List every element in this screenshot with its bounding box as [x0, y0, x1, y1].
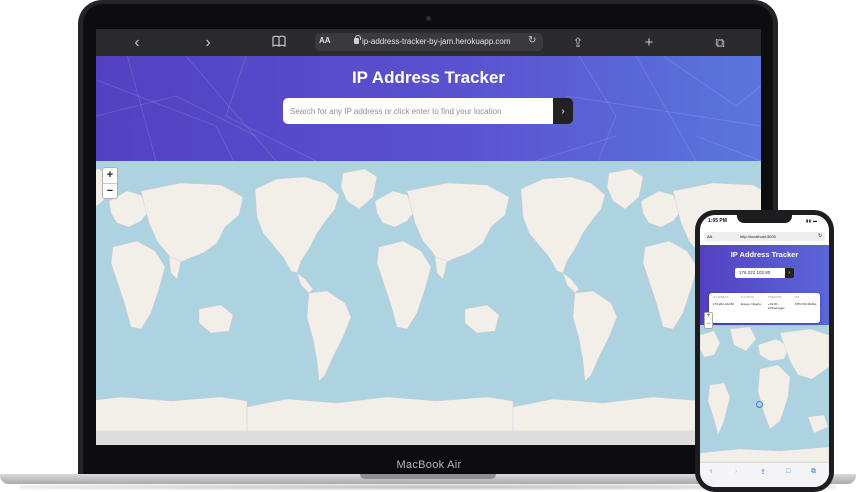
phone-search-submit-button[interactable]: › — [785, 268, 794, 278]
mockup-stage: ‹ › AA ip-address-tracker-by-jam.herokua… — [0, 0, 856, 492]
phone-url-bar[interactable]: AA http://localhost:3000 ↻ — [704, 232, 825, 241]
phone-zoom-control: + − — [704, 312, 713, 329]
phone-zoom-out-button[interactable]: − — [705, 321, 712, 329]
tabs-button[interactable]: ⧉ — [712, 35, 728, 50]
back-button[interactable]: ‹ — [129, 35, 145, 51]
phone-reload-button[interactable]: ↻ — [818, 233, 822, 239]
phone-map-tiles — [700, 326, 829, 462]
reload-button[interactable]: ↻ — [528, 35, 536, 46]
info-isp: ISP MTN NG Mobile — [795, 296, 822, 307]
ip-info-card: IP ADDRESS 176.222.102.80 LOCATION Enugu… — [709, 293, 820, 323]
iphone-screen: 1:05 PM ▮▮ ▬ AA http://localhost:3000 ↻ … — [700, 215, 829, 487]
bookmarks-button[interactable] — [271, 35, 287, 50]
camera-icon — [426, 16, 431, 21]
info-location: LOCATION Enugu, Nigeria — [741, 296, 768, 307]
lock-icon — [354, 35, 361, 44]
phone-share-button[interactable]: ⇪ — [760, 468, 766, 476]
browser-toolbar: ‹ › AA ip-address-tracker-by-jam.herokua… — [96, 29, 761, 56]
phone-page-title: IP Address Tracker — [730, 250, 799, 259]
url-bar[interactable]: AA ip-address-tracker-by-jam.herokuapp.c… — [315, 33, 543, 51]
macbook-label: MacBook Air — [396, 459, 462, 471]
info-value: 176.222.102.80 — [713, 302, 734, 306]
phone-map[interactable] — [700, 325, 829, 462]
forward-button[interactable]: › — [200, 35, 216, 51]
info-timezone: TIMEZONE +01:00 - Africa/Lagos — [768, 296, 795, 310]
zoom-out-button[interactable]: − — [103, 183, 117, 198]
phone-bottom-toolbar: ‹ › ⇪ □ ⧉ — [700, 462, 829, 487]
zoom-control: + − — [102, 167, 118, 199]
iphone-notch — [737, 214, 792, 223]
page-header: IP Address Tracker › — [96, 56, 761, 161]
zoom-in-button[interactable]: + — [103, 168, 117, 183]
phone-ip-search-input[interactable]: 176.222.102.80 — [735, 268, 785, 278]
info-value: +01:00 - Africa/Lagos — [768, 302, 785, 310]
world-map[interactable] — [96, 161, 761, 431]
phone-back-button[interactable]: ‹ — [710, 468, 712, 475]
status-icons: ▮▮ ▬ — [806, 218, 818, 223]
share-button[interactable]: ⇪ — [570, 35, 586, 50]
location-marker-icon[interactable] — [756, 401, 763, 408]
info-label: LOCATION — [741, 296, 755, 299]
info-label: IP ADDRESS — [713, 296, 729, 299]
new-tab-button[interactable]: + — [641, 35, 657, 50]
phone-zoom-in-button[interactable]: + — [705, 313, 712, 321]
search-form: › — [283, 98, 573, 124]
phone-forward-button[interactable]: › — [735, 468, 737, 475]
info-value: Enugu, Nigeria — [741, 302, 761, 306]
macbook-notch — [360, 474, 496, 479]
world-map-tiles — [96, 168, 761, 431]
info-ip-address: IP ADDRESS 176.222.102.80 — [713, 296, 740, 307]
page-title: IP Address Tracker — [351, 68, 506, 87]
url-text: ip-address-tracker-by-jam.herokuapp.com — [362, 37, 511, 46]
ip-search-input[interactable] — [283, 98, 553, 124]
book-icon — [272, 35, 286, 47]
text-size-button[interactable]: AA — [319, 36, 331, 45]
macbook-screen: ‹ › AA ip-address-tracker-by-jam.herokua… — [96, 29, 761, 445]
phone-url-text: http://localhost:3000 — [740, 234, 776, 239]
info-value: MTN NG Mobile — [795, 302, 817, 306]
phone-bookmarks-button[interactable]: □ — [786, 468, 790, 475]
phone-text-size-button[interactable]: AA — [707, 234, 712, 239]
info-label: ISP — [795, 296, 800, 299]
info-label: TIMEZONE — [768, 296, 782, 299]
phone-tabs-button[interactable]: ⧉ — [811, 468, 816, 476]
map-attribution-bar — [96, 431, 761, 445]
status-time: 1:05 PM — [708, 218, 727, 224]
search-submit-button[interactable]: › — [553, 98, 573, 124]
